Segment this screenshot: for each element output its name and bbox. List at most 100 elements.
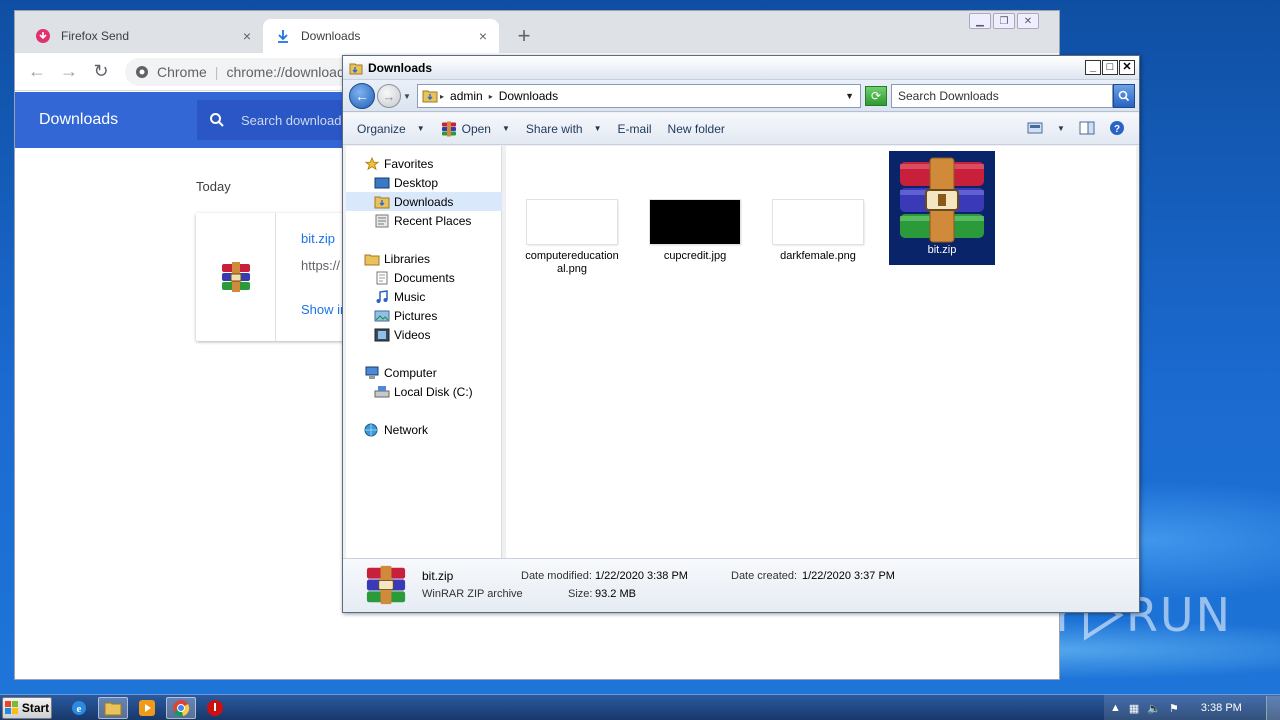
image-thumbnail xyxy=(773,200,863,244)
image-thumbnail xyxy=(527,200,617,244)
tab-label: Firefox Send xyxy=(61,29,130,43)
nav-recent-places[interactable]: Recent Places xyxy=(346,211,502,230)
date-created-value: 1/22/2020 3:37 PM xyxy=(802,570,895,582)
chevron-down-icon[interactable]: ▼ xyxy=(1057,124,1065,133)
new-tab-button[interactable]: + xyxy=(513,23,535,49)
explorer-window-controls: _ □ ✕ xyxy=(1085,60,1135,75)
minimize-icon[interactable]: _ xyxy=(1085,60,1101,75)
media-player-icon[interactable] xyxy=(132,697,162,719)
winrar-icon xyxy=(441,121,456,136)
nav-local-disk[interactable]: Local Disk (C:) xyxy=(346,382,502,401)
file-name: bit.zip xyxy=(927,244,957,256)
downloads-folder-icon xyxy=(422,90,438,103)
forward-arrow-icon[interactable]: → xyxy=(377,84,401,108)
computer-icon xyxy=(365,366,379,379)
breadcrumb-item-downloads[interactable]: Downloads xyxy=(499,89,558,103)
tab-firefox-send[interactable]: Firefox Send × xyxy=(23,19,263,53)
download-filename-link[interactable]: bit.zip xyxy=(301,231,335,246)
nav-favorites[interactable]: Favorites xyxy=(346,154,502,173)
pictures-icon xyxy=(374,310,390,321)
nav-libraries[interactable]: Libraries xyxy=(346,249,502,268)
nav-downloads[interactable]: Downloads xyxy=(346,192,502,211)
size-label: Size: xyxy=(568,588,593,600)
videos-icon xyxy=(374,328,390,341)
nav-music[interactable]: Music xyxy=(346,287,502,306)
chrome-icon xyxy=(136,66,148,78)
breadcrumb[interactable]: ▸ admin ▸ Downloads ▼ xyxy=(417,84,861,108)
email-label: E-mail xyxy=(617,121,652,136)
explorer-window: Downloads _ □ ✕ ← → ▼ ▸ admin ▸ Download… xyxy=(342,55,1140,613)
restore-icon[interactable]: ❐ xyxy=(993,13,1015,29)
details-filename: bit.zip xyxy=(422,569,454,583)
volume-icon[interactable]: 🔈 xyxy=(1147,702,1161,715)
navigation-pane: Favorites Desktop Downloads Recent Place… xyxy=(346,146,502,558)
help-icon[interactable]: ? xyxy=(1109,120,1125,136)
command-bar: Organize ▼ Open ▼ Share with ▼ E-mail New f… xyxy=(343,113,1139,145)
file-item-cupcredit[interactable]: cupcredit.jpg xyxy=(643,150,747,263)
internet-explorer-icon[interactable]: e xyxy=(64,697,94,719)
action-center-flag-icon[interactable]: ⚑ xyxy=(1169,702,1179,715)
start-button[interactable]: Start xyxy=(2,697,52,719)
nav-label: Local Disk (C:) xyxy=(394,384,473,399)
refresh-icon[interactable]: ⟳ xyxy=(865,86,887,106)
show-desktop-button[interactable] xyxy=(1266,696,1280,720)
chevron-down-icon: ▼ xyxy=(593,124,602,133)
maximize-icon[interactable]: □ xyxy=(1102,60,1118,75)
change-view-icon[interactable] xyxy=(1027,122,1043,134)
winrar-icon xyxy=(900,157,984,243)
share-with-label: Share with xyxy=(525,121,583,136)
file-item-darkfemale[interactable]: darkfemale.png xyxy=(766,150,870,263)
tab-downloads[interactable]: Downloads × xyxy=(263,19,499,53)
stop-icon[interactable] xyxy=(200,697,230,719)
share-with-button[interactable]: Share with ▼ xyxy=(518,122,610,136)
nav-network[interactable]: Network xyxy=(346,420,502,439)
search-icon xyxy=(210,113,224,127)
back-arrow-icon[interactable]: ← xyxy=(349,83,375,109)
chevron-right-icon[interactable]: ▸ xyxy=(489,92,493,101)
close-icon[interactable]: ✕ xyxy=(1017,13,1039,29)
recent-places-icon xyxy=(375,214,389,227)
file-explorer-icon[interactable] xyxy=(98,697,128,719)
clock[interactable]: 3:38 PM xyxy=(1201,702,1242,714)
minimize-icon[interactable]: ▁ xyxy=(969,13,991,29)
forward-arrow-icon[interactable]: → xyxy=(57,61,81,82)
close-tab-icon[interactable]: × xyxy=(243,28,251,44)
nav-computer[interactable]: Computer xyxy=(346,363,502,382)
file-item-computereducational[interactable]: computereducation al.png xyxy=(520,150,624,276)
chevron-down-icon[interactable]: ▼ xyxy=(845,91,854,101)
date-modified-label: Date modified: xyxy=(521,570,592,582)
url-text: chrome://downloads xyxy=(226,64,352,80)
nav-videos[interactable]: Videos xyxy=(346,325,502,344)
open-button[interactable]: Open ▼ xyxy=(433,121,518,137)
breadcrumb-item-admin[interactable]: admin xyxy=(450,89,483,103)
new-folder-button[interactable]: New folder xyxy=(660,122,733,136)
preview-pane-icon[interactable] xyxy=(1079,121,1095,135)
close-tab-icon[interactable]: × xyxy=(479,28,487,44)
chevron-right-icon[interactable]: ▸ xyxy=(440,92,444,101)
back-arrow-icon[interactable]: ← xyxy=(25,61,49,82)
explorer-titlebar[interactable]: Downloads _ □ ✕ xyxy=(343,56,1139,80)
show-hidden-icons-icon[interactable]: ▲ xyxy=(1110,702,1121,714)
file-item-bit-zip[interactable]: bit.zip xyxy=(889,151,995,265)
search-input[interactable]: Search Downloads xyxy=(891,84,1113,108)
network-tray-icon[interactable]: ▦ xyxy=(1129,702,1139,715)
search-placeholder: Search downloads xyxy=(241,112,348,128)
search-icon[interactable] xyxy=(1113,84,1135,108)
chevron-down-icon: ▼ xyxy=(501,124,510,133)
nav-documents[interactable]: Documents xyxy=(346,268,502,287)
email-button[interactable]: E-mail xyxy=(610,122,660,136)
history-dropdown-icon[interactable]: ▼ xyxy=(403,92,411,101)
chrome-taskbar-icon[interactable] xyxy=(166,697,196,719)
windows-logo-icon xyxy=(4,701,18,714)
nav-pictures[interactable]: Pictures xyxy=(346,306,502,325)
nav-label: Videos xyxy=(394,327,431,342)
nav-label: Recent Places xyxy=(394,213,472,228)
close-icon[interactable]: ✕ xyxy=(1119,60,1135,75)
download-url[interactable]: https:// xyxy=(301,258,340,273)
organize-label: Organize xyxy=(357,121,406,136)
image-thumbnail xyxy=(650,200,740,244)
reload-icon[interactable]: ↻ xyxy=(89,61,113,82)
svg-text:e: e xyxy=(77,703,82,715)
nav-desktop[interactable]: Desktop xyxy=(346,173,502,192)
organize-button[interactable]: Organize ▼ xyxy=(343,122,433,136)
